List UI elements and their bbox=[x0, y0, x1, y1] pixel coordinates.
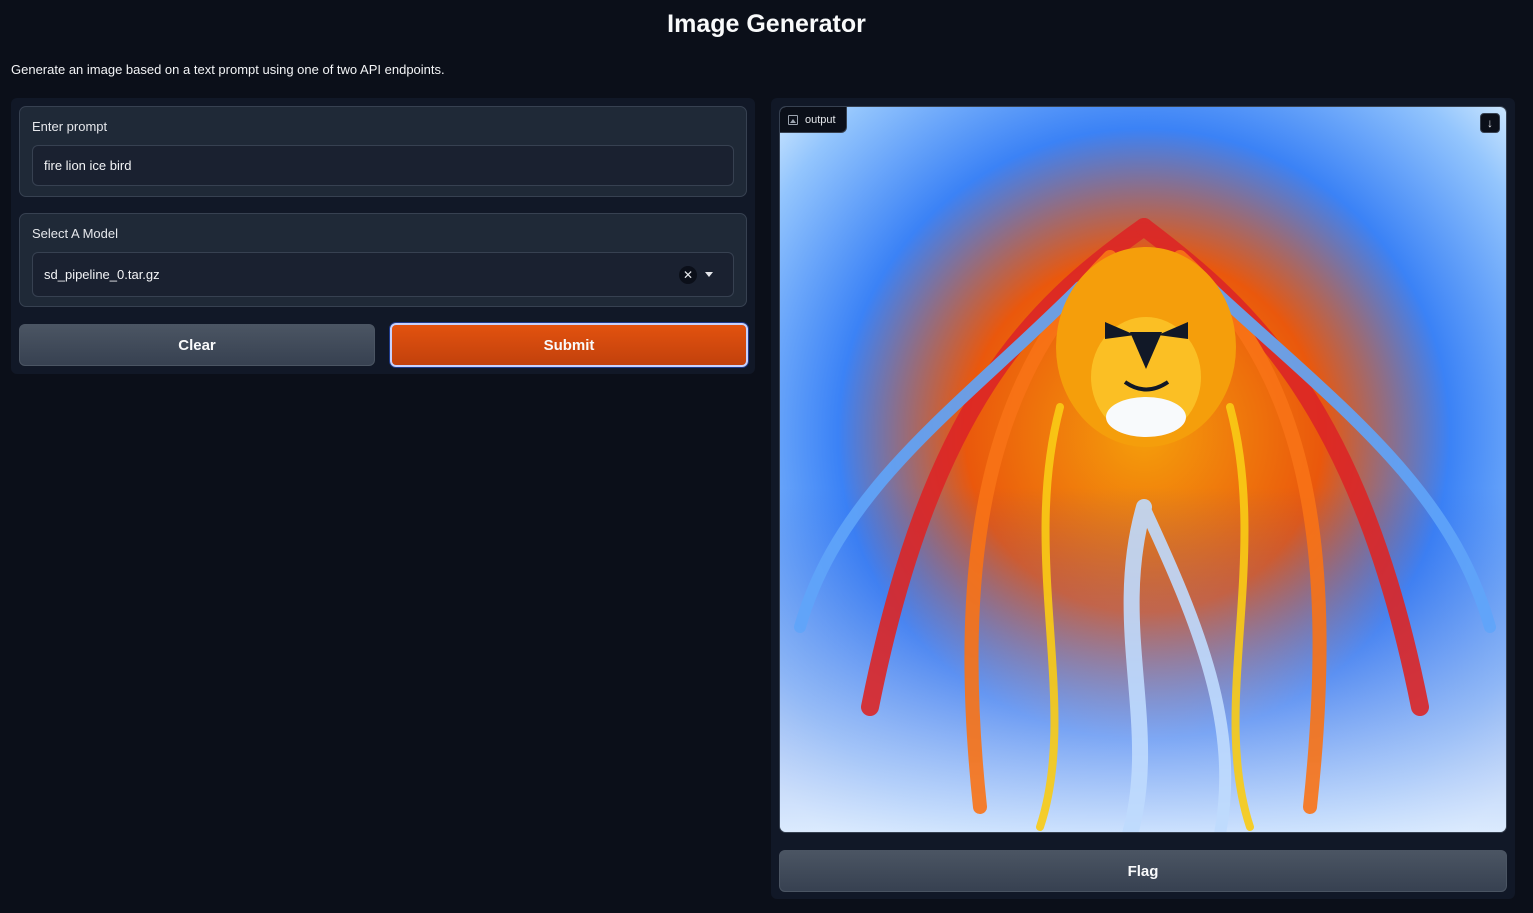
page-description: Generate an image based on a text prompt… bbox=[11, 62, 445, 77]
chevron-down-icon[interactable] bbox=[705, 272, 713, 277]
output-image bbox=[780, 107, 1506, 832]
model-dropdown-value: sd_pipeline_0.tar.gz bbox=[44, 267, 160, 282]
image-icon bbox=[788, 114, 798, 125]
output-label: output bbox=[780, 107, 847, 133]
prompt-label: Enter prompt bbox=[32, 119, 108, 134]
submit-button[interactable]: Submit bbox=[390, 323, 748, 367]
prompt-block: Enter prompt fire lion ice bird bbox=[19, 106, 747, 197]
clear-button[interactable]: Clear bbox=[19, 324, 375, 366]
close-icon[interactable]: ✕ bbox=[679, 266, 697, 284]
flag-button[interactable]: Flag bbox=[779, 850, 1507, 892]
output-label-text: output bbox=[805, 113, 836, 126]
input-panel: Enter prompt fire lion ice bird Select A… bbox=[11, 98, 755, 374]
output-image-box: output ↓ bbox=[779, 106, 1507, 833]
model-dropdown[interactable]: sd_pipeline_0.tar.gz ✕ bbox=[32, 252, 734, 297]
download-icon[interactable]: ↓ bbox=[1480, 113, 1500, 133]
page-title: Image Generator bbox=[667, 10, 866, 38]
prompt-input[interactable]: fire lion ice bird bbox=[32, 145, 734, 186]
output-panel: output ↓ Flag bbox=[771, 98, 1515, 899]
model-label: Select A Model bbox=[32, 226, 118, 241]
model-block: Select A Model sd_pipeline_0.tar.gz ✕ bbox=[19, 213, 747, 307]
